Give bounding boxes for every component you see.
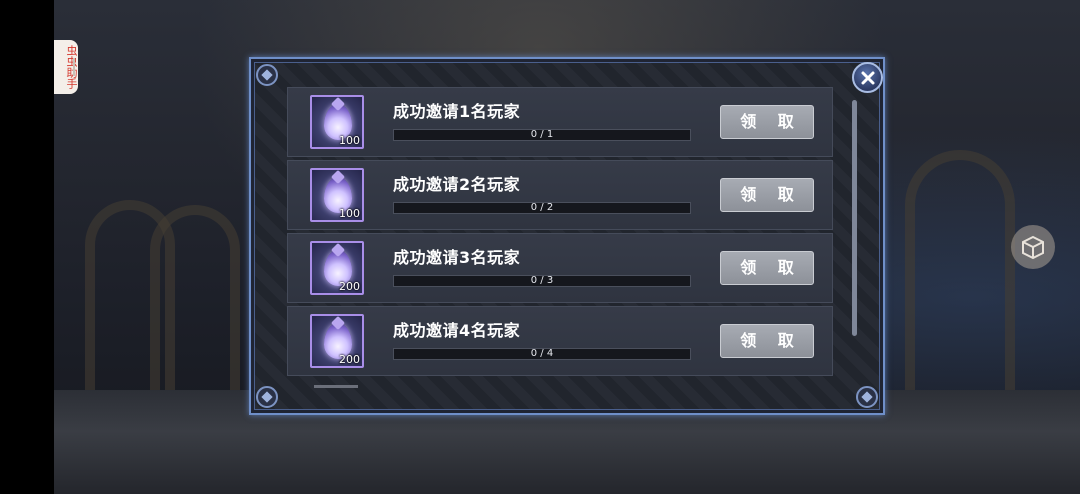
next-row-peek bbox=[314, 385, 358, 388]
claim-button[interactable]: 领 取 bbox=[720, 178, 814, 212]
reward-item[interactable]: 100 bbox=[310, 168, 364, 222]
progress-text: 0 / 4 bbox=[530, 348, 554, 359]
corner-ornament-icon bbox=[856, 386, 878, 408]
reward-quantity: 100 bbox=[339, 207, 360, 220]
drag-handle-icon bbox=[73, 58, 75, 76]
screen-edge-bar bbox=[0, 0, 54, 494]
background-arch bbox=[905, 150, 1015, 400]
reward-item[interactable]: 200 bbox=[310, 241, 364, 295]
task-title: 成功邀请1名玩家 bbox=[393, 102, 521, 121]
claim-button[interactable]: 领 取 bbox=[720, 324, 814, 358]
task-row: 200 成功邀请4名玩家 0 / 4 领 取 bbox=[287, 306, 833, 376]
close-icon bbox=[861, 71, 874, 84]
background-arch bbox=[150, 205, 240, 400]
task-progress-bar: 0 / 4 bbox=[393, 348, 691, 360]
task-row: 100 成功邀请2名玩家 0 / 2 领 取 bbox=[287, 160, 833, 230]
claim-button[interactable]: 领 取 bbox=[720, 251, 814, 285]
reward-item[interactable]: 100 bbox=[310, 95, 364, 149]
side-helper-label: 虫虫助手 bbox=[65, 45, 78, 89]
task-title: 成功邀请3名玩家 bbox=[393, 248, 521, 267]
scrollbar[interactable] bbox=[852, 100, 857, 336]
claim-button[interactable]: 领 取 bbox=[720, 105, 814, 139]
reward-quantity: 200 bbox=[339, 280, 360, 293]
task-progress-bar: 0 / 3 bbox=[393, 275, 691, 287]
task-list: 100 成功邀请1名玩家 0 / 1 领 取 100 成功邀请2名玩家 0 / … bbox=[287, 87, 833, 379]
task-title: 成功邀请2名玩家 bbox=[393, 175, 521, 194]
progress-text: 0 / 3 bbox=[530, 275, 554, 286]
side-helper-tab[interactable]: 虫虫助手 bbox=[54, 40, 78, 94]
task-progress-bar: 0 / 1 bbox=[393, 129, 691, 141]
progress-text: 0 / 2 bbox=[530, 202, 554, 213]
task-title: 成功邀请4名玩家 bbox=[393, 321, 521, 340]
reward-quantity: 200 bbox=[339, 353, 360, 366]
corner-ornament-icon bbox=[256, 64, 278, 86]
task-row: 100 成功邀请1名玩家 0 / 1 领 取 bbox=[287, 87, 833, 157]
reward-item[interactable]: 200 bbox=[310, 314, 364, 368]
cube-button[interactable] bbox=[1011, 225, 1055, 269]
reward-quantity: 100 bbox=[339, 134, 360, 147]
task-row: 200 成功邀请3名玩家 0 / 3 领 取 bbox=[287, 233, 833, 303]
close-button[interactable] bbox=[852, 62, 883, 93]
progress-text: 0 / 1 bbox=[530, 129, 554, 140]
cube-icon bbox=[1022, 235, 1044, 260]
task-progress-bar: 0 / 2 bbox=[393, 202, 691, 214]
corner-ornament-icon bbox=[256, 386, 278, 408]
